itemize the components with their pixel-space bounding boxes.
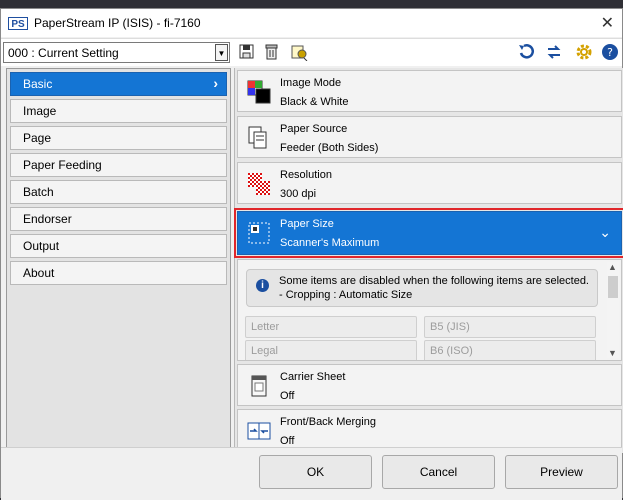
title-bar: PS PaperStream IP (ISIS) - fi-7160 ✕ xyxy=(1,9,622,37)
sidebar-item-paper-feeding[interactable]: Paper Feeding xyxy=(10,153,227,177)
chevron-down-icon[interactable]: ▼ xyxy=(215,44,228,61)
app-logo-icon: PS xyxy=(8,16,28,30)
front-back-merging-card[interactable]: Front/Back Merging Off xyxy=(237,409,622,451)
info-line-2: - Cropping : Automatic Size xyxy=(279,289,413,301)
sidebar-item-image[interactable]: Image xyxy=(10,99,227,123)
setting-select-value: 000 : Current Setting xyxy=(8,45,119,60)
info-line-1: Some items are disabled when the followi… xyxy=(279,275,589,287)
settings-file-icon[interactable] xyxy=(290,43,308,61)
card-title: Carrier Sheet xyxy=(280,371,346,383)
dialog-window: PS PaperStream IP (ISIS) - fi-7160 ✕ 000… xyxy=(0,8,623,500)
setting-select[interactable]: 000 : Current Setting ▼ xyxy=(3,42,230,63)
sidebar-item-label: Page xyxy=(23,131,52,145)
paper-size-icon xyxy=(248,222,270,244)
sidebar-item-about[interactable]: About xyxy=(10,261,227,285)
paper-source-card[interactable]: Paper Source Feeder (Both Sides) xyxy=(237,116,622,158)
paper-size-options: i Some items are disabled when the follo… xyxy=(237,259,622,361)
card-title: Image Mode xyxy=(280,77,342,89)
delete-icon[interactable] xyxy=(263,43,281,61)
sidebar-item-label: Batch xyxy=(23,185,54,199)
chevron-down-icon[interactable]: ⌄ xyxy=(599,224,611,241)
sidebar-item-basic[interactable]: Basic › xyxy=(10,72,227,96)
size-option-letter: Letter xyxy=(245,316,417,338)
scroll-thumb[interactable] xyxy=(608,276,618,298)
card-title: Paper Size xyxy=(280,218,334,230)
gear-icon[interactable] xyxy=(575,43,593,61)
sidebar-item-endorser[interactable]: Endorser xyxy=(10,207,227,231)
size-option-b6: B6 (ISO) xyxy=(424,340,596,360)
card-title: Resolution xyxy=(280,169,332,181)
resolution-icon xyxy=(248,173,270,195)
size-option-b5: B5 (JIS) xyxy=(424,316,596,338)
category-sidebar: Basic › Image Page Paper Feeding Batch E… xyxy=(6,68,231,453)
settings-panel: Image Mode Black & White Paper Source Fe… xyxy=(234,68,623,453)
chevron-right-icon: › xyxy=(213,75,218,91)
preview-button[interactable]: Preview xyxy=(505,455,618,489)
help-icon[interactable]: ? xyxy=(601,43,619,61)
card-title: Front/Back Merging xyxy=(280,416,376,428)
dialog-button-bar: OK Cancel Preview xyxy=(1,447,622,500)
cancel-button[interactable]: Cancel xyxy=(382,455,495,489)
options-scrollbar[interactable]: ▲ ▼ xyxy=(607,262,619,358)
card-value: 300 dpi xyxy=(280,188,317,200)
sidebar-item-label: Basic xyxy=(23,77,53,91)
carrier-sheet-card[interactable]: Carrier Sheet Off xyxy=(237,364,622,406)
window-title: PaperStream IP (ISIS) - fi-7160 xyxy=(34,16,201,30)
card-value: Off xyxy=(280,435,295,447)
sidebar-item-label: Output xyxy=(23,239,60,253)
sidebar-item-label: Paper Feeding xyxy=(23,158,102,172)
paper-source-icon xyxy=(248,126,267,149)
scroll-down-icon[interactable]: ▼ xyxy=(608,348,617,358)
card-value: Off xyxy=(280,390,295,402)
svg-text:?: ? xyxy=(607,46,613,59)
sidebar-item-page[interactable]: Page xyxy=(10,126,227,150)
scroll-up-icon[interactable]: ▲ xyxy=(608,262,617,272)
carrier-sheet-icon xyxy=(251,375,267,397)
ok-button[interactable]: OK xyxy=(259,455,372,489)
reset-icon[interactable] xyxy=(517,43,535,61)
swap-icon[interactable] xyxy=(545,43,563,61)
toolbar: 000 : Current Setting ▼ ? xyxy=(1,38,622,66)
image-mode-card[interactable]: Image Mode Black & White xyxy=(237,70,622,112)
info-message: i Some items are disabled when the follo… xyxy=(246,269,598,307)
card-value: Black & White xyxy=(280,96,349,108)
info-icon: i xyxy=(256,279,269,292)
card-value: Scanner's Maximum xyxy=(280,237,380,249)
sidebar-item-output[interactable]: Output xyxy=(10,234,227,258)
paper-size-card[interactable]: Paper Size Scanner's Maximum ⌄ xyxy=(234,208,623,258)
sidebar-item-label: Endorser xyxy=(23,212,72,226)
sidebar-item-label: Image xyxy=(23,104,57,118)
sidebar-item-batch[interactable]: Batch xyxy=(10,180,227,204)
sidebar-item-label: About xyxy=(23,266,55,280)
close-button[interactable]: ✕ xyxy=(601,13,614,33)
image-mode-icon xyxy=(247,80,271,104)
card-title: Paper Source xyxy=(280,123,348,135)
save-icon[interactable] xyxy=(238,43,256,61)
merge-icon xyxy=(247,422,271,440)
size-option-legal: Legal xyxy=(245,340,417,360)
resolution-card[interactable]: Resolution 300 dpi xyxy=(237,162,622,204)
card-value: Feeder (Both Sides) xyxy=(280,142,379,154)
